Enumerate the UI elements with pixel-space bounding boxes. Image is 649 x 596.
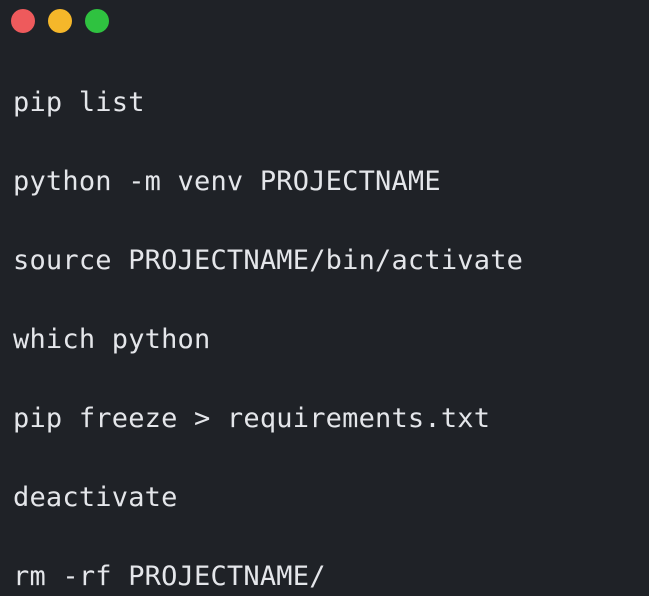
code-line: pip list (13, 87, 145, 118)
code-block: pip list python -m venv PROJECTNAME sour… (13, 80, 649, 596)
code-line: rm -rf PROJECTNAME/ (13, 561, 326, 592)
code-line: source PROJECTNAME/bin/activate (13, 245, 524, 276)
code-window: pip list python -m venv PROJECTNAME sour… (0, 0, 649, 596)
window-controls (11, 9, 109, 33)
code-line: pip freeze > requirements.txt (13, 403, 491, 434)
minimize-window-icon[interactable] (48, 9, 72, 33)
code-line: python -m venv PROJECTNAME (13, 166, 441, 197)
maximize-window-icon[interactable] (85, 9, 109, 33)
code-line: deactivate (13, 482, 178, 513)
code-line: which python (13, 324, 211, 355)
close-window-icon[interactable] (11, 9, 35, 33)
